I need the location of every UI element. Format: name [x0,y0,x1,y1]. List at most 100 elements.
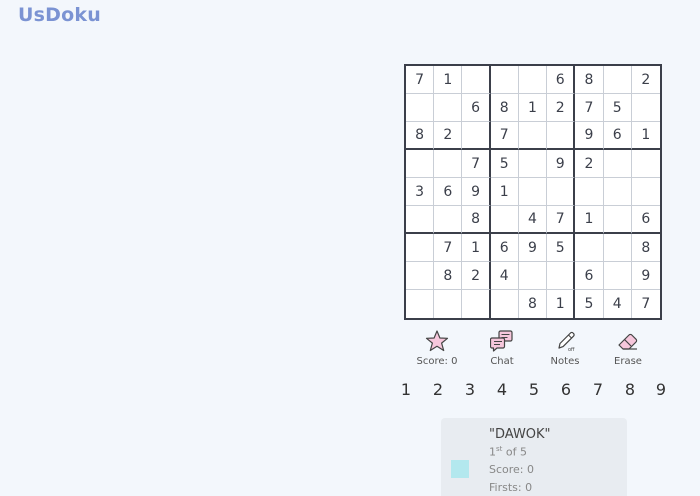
sudoku-cell[interactable]: 1 [462,234,491,262]
sudoku-board: 7168268127582796175923691847167169588246… [404,64,662,320]
sudoku-cell[interactable] [518,262,548,290]
player-rank: 1st of 5 [489,445,527,459]
sudoku-cell[interactable] [491,290,519,318]
sudoku-cell[interactable] [603,178,632,206]
sudoku-cell[interactable]: 9 [575,122,604,150]
sudoku-cell[interactable]: 7 [434,234,463,262]
sudoku-cell[interactable]: 6 [490,234,519,262]
sudoku-cell[interactable] [518,178,548,206]
sudoku-cell[interactable] [406,206,435,234]
sudoku-cell[interactable]: 1 [631,122,660,150]
sudoku-cell[interactable] [406,94,435,122]
sudoku-cell[interactable]: 2 [631,66,660,94]
toolbar: Score: 0 Chat off Notes Erase [404,330,662,370]
sudoku-cell[interactable]: 5 [490,150,519,178]
sudoku-cell[interactable]: 2 [575,150,604,178]
sudoku-cell[interactable] [518,66,548,94]
sudoku-cell[interactable]: 7 [490,122,519,150]
sudoku-cell[interactable] [462,66,491,94]
erase-button[interactable]: Erase [596,330,660,367]
sudoku-cell[interactable]: 6 [434,178,463,206]
sudoku-cell[interactable] [631,178,660,206]
sudoku-cell[interactable]: 7 [462,150,491,178]
number-button[interactable]: 3 [460,380,480,399]
sudoku-cell[interactable]: 4 [604,290,632,318]
player-rank-total: of 5 [502,445,528,459]
sudoku-cell[interactable] [406,262,435,290]
sudoku-cell[interactable]: 7 [406,66,435,94]
sudoku-cell[interactable]: 8 [406,122,435,150]
sudoku-cell[interactable]: 6 [603,122,632,150]
sudoku-cell[interactable]: 1 [434,66,463,94]
sudoku-cell[interactable] [434,206,463,234]
sudoku-cell[interactable]: 6 [462,94,491,122]
sudoku-cell[interactable] [603,262,632,290]
sudoku-cell[interactable] [490,66,519,94]
sudoku-cell[interactable] [434,94,463,122]
sudoku-cell[interactable]: 8 [519,290,548,318]
sudoku-cell[interactable] [462,290,491,318]
sudoku-cell[interactable]: 4 [518,206,548,234]
sudoku-cell[interactable]: 9 [547,150,576,178]
app-logo[interactable]: UsDoku [18,4,101,26]
sudoku-cell[interactable]: 9 [518,234,548,262]
number-button[interactable]: 8 [620,380,640,399]
sudoku-cell[interactable]: 4 [490,262,519,290]
sudoku-cell[interactable] [603,150,632,178]
sudoku-cell[interactable]: 6 [547,66,576,94]
sudoku-cell[interactable]: 8 [575,66,604,94]
sudoku-cell[interactable] [547,178,576,206]
sudoku-cell[interactable] [631,94,660,122]
player-rank-number: 1 [489,445,496,459]
sudoku-cell[interactable]: 6 [575,262,604,290]
number-button[interactable]: 4 [492,380,512,399]
sudoku-cell[interactable] [547,262,576,290]
sudoku-cell[interactable]: 8 [490,94,519,122]
sudoku-cell[interactable]: 2 [462,262,491,290]
sudoku-cell[interactable]: 5 [575,290,604,318]
sudoku-cell[interactable] [406,150,435,178]
sudoku-cell[interactable]: 9 [631,262,660,290]
sudoku-cell[interactable] [575,234,604,262]
sudoku-cell[interactable] [406,234,435,262]
number-button[interactable]: 2 [428,380,448,399]
sudoku-cell[interactable]: 5 [547,234,576,262]
sudoku-cell[interactable]: 1 [547,290,576,318]
sudoku-cell[interactable]: 2 [434,122,463,150]
sudoku-cell[interactable] [631,150,660,178]
sudoku-cell[interactable]: 8 [434,262,463,290]
sudoku-cell[interactable] [462,122,491,150]
sudoku-cell[interactable] [603,234,632,262]
sudoku-cell[interactable]: 6 [631,206,660,234]
number-button[interactable]: 7 [588,380,608,399]
sudoku-cell[interactable] [490,206,519,234]
sudoku-cell[interactable] [518,122,548,150]
sudoku-cell[interactable] [603,66,632,94]
sudoku-cell[interactable]: 1 [518,94,548,122]
sudoku-cell[interactable]: 2 [547,94,576,122]
sudoku-cell[interactable]: 8 [462,206,491,234]
sudoku-cell[interactable]: 7 [632,290,660,318]
score-button[interactable]: Score: 0 [405,330,469,367]
sudoku-cell[interactable] [434,290,463,318]
sudoku-cell[interactable]: 5 [603,94,632,122]
notes-button[interactable]: off Notes [533,330,597,367]
number-button[interactable]: 9 [651,380,671,399]
number-button[interactable]: 1 [396,380,416,399]
sudoku-cell[interactable]: 3 [406,178,435,206]
sudoku-cell[interactable]: 1 [490,178,519,206]
number-button[interactable]: 6 [556,380,576,399]
sudoku-cell[interactable] [547,122,576,150]
sudoku-cell[interactable] [518,150,548,178]
chat-button[interactable]: Chat [470,330,534,367]
sudoku-cell[interactable] [434,150,463,178]
number-button[interactable]: 5 [524,380,544,399]
sudoku-cell[interactable]: 8 [631,234,660,262]
sudoku-cell[interactable]: 7 [547,206,576,234]
sudoku-cell[interactable] [603,206,632,234]
sudoku-cell[interactable]: 9 [462,178,491,206]
sudoku-cell[interactable] [406,290,435,318]
sudoku-cell[interactable] [575,178,604,206]
sudoku-cell[interactable]: 1 [575,206,604,234]
sudoku-cell[interactable]: 7 [575,94,604,122]
